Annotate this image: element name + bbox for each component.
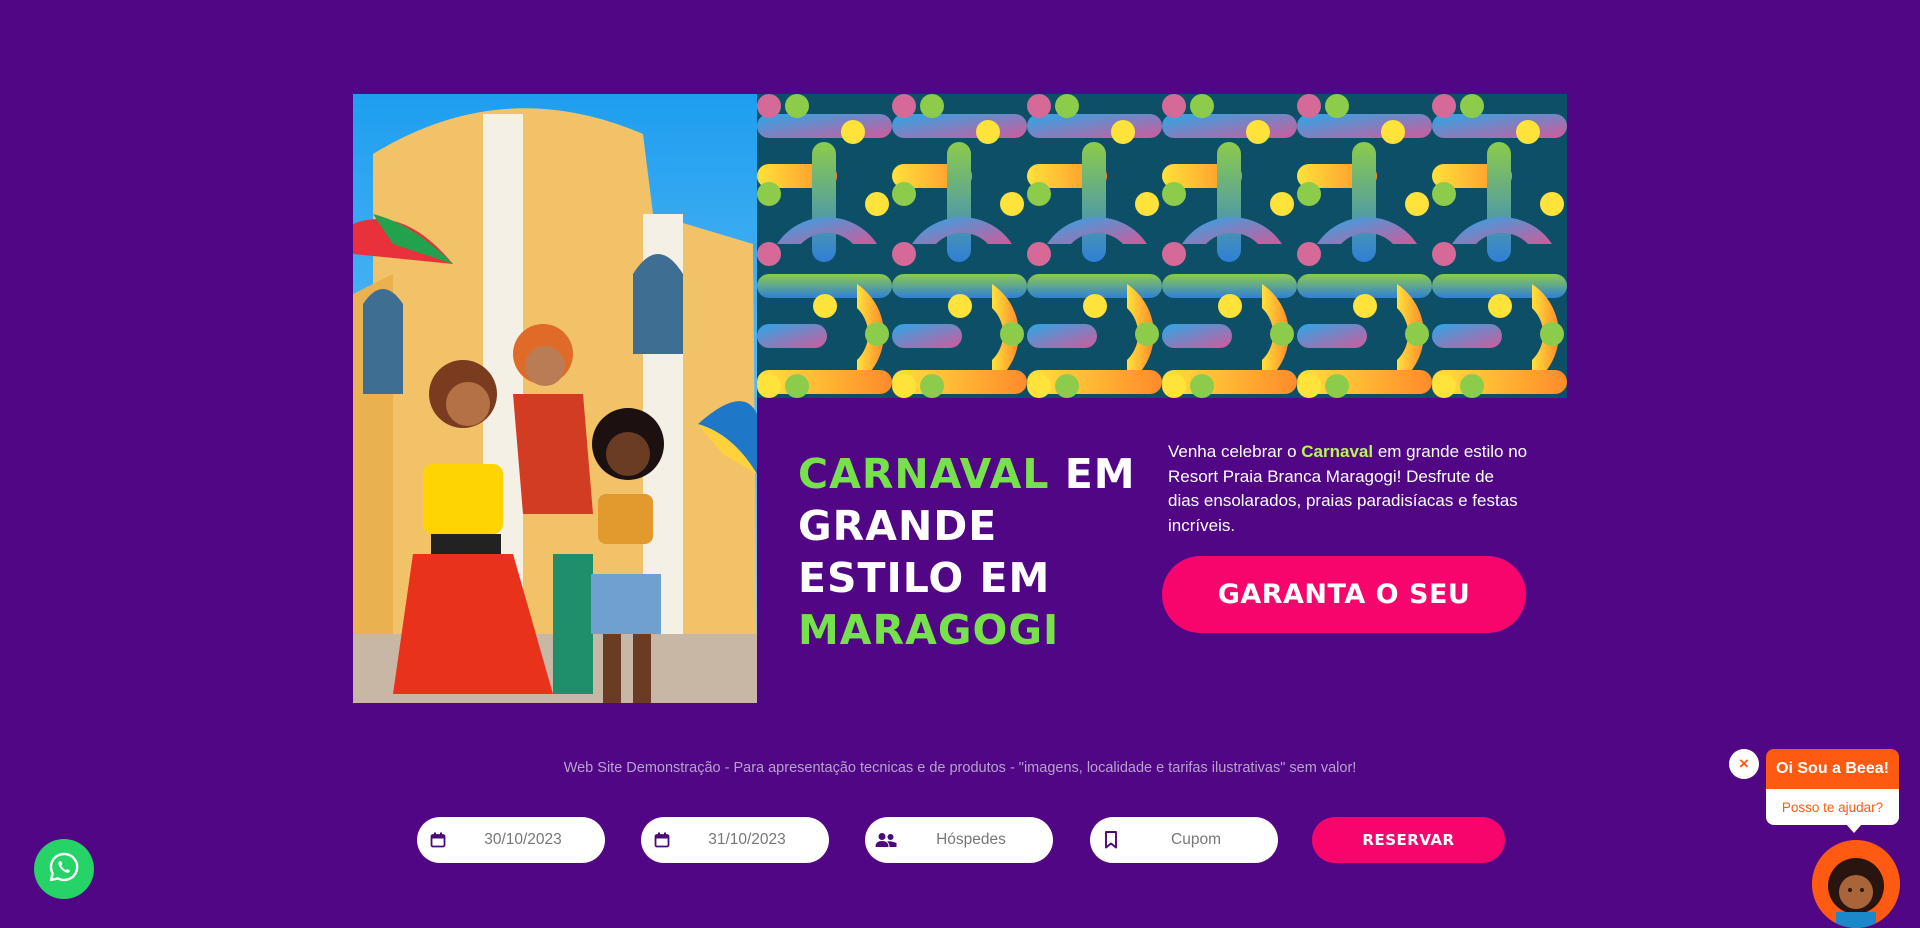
checkout-date-value: 31/10/2023	[708, 831, 786, 848]
hero-description: Venha celebrar o Carnaval em grande esti…	[1168, 440, 1528, 538]
carnival-pattern-banner	[757, 94, 1567, 398]
whatsapp-icon	[48, 851, 80, 888]
hero-carnival-photo	[353, 94, 757, 703]
demo-disclaimer: Web Site Demonstração - Para apresentaçã…	[563, 760, 1357, 776]
close-icon: ×	[1739, 754, 1749, 773]
checkin-date-field[interactable]: 30/10/2023	[417, 817, 605, 863]
guests-placeholder: Hóspedes	[936, 831, 1006, 848]
checkin-date-value: 30/10/2023	[484, 831, 562, 848]
chat-bubble-tail	[1846, 824, 1862, 833]
headline-carnaval: CARNAVAL	[798, 450, 1050, 498]
chat-avatar[interactable]	[1812, 840, 1900, 928]
chat-close-button[interactable]: ×	[1729, 749, 1759, 779]
coupon-placeholder: Cupom	[1171, 831, 1221, 848]
chat-greeting-subtitle[interactable]: Posso te ajudar?	[1766, 789, 1899, 825]
whatsapp-button[interactable]	[34, 839, 94, 899]
hero-headline: CARNAVAL EM GRANDE ESTILO EM MARAGOGI	[798, 448, 1168, 656]
desc-text-start: Venha celebrar o	[1168, 442, 1302, 461]
chat-greeting-title[interactable]: Oi Sou a Beea!	[1766, 749, 1899, 789]
checkout-date-field[interactable]: 31/10/2023	[641, 817, 829, 863]
garanta-o-seu-button[interactable]: GARANTA O SEU	[1162, 556, 1526, 633]
coupon-field[interactable]: Cupom	[1090, 817, 1278, 863]
desc-highlight: Carnaval	[1301, 442, 1374, 461]
headline-maragogi: MARAGOGI	[798, 606, 1060, 654]
reservar-button[interactable]: RESERVAR	[1312, 817, 1505, 863]
guests-field[interactable]: Hóspedes	[865, 817, 1053, 863]
